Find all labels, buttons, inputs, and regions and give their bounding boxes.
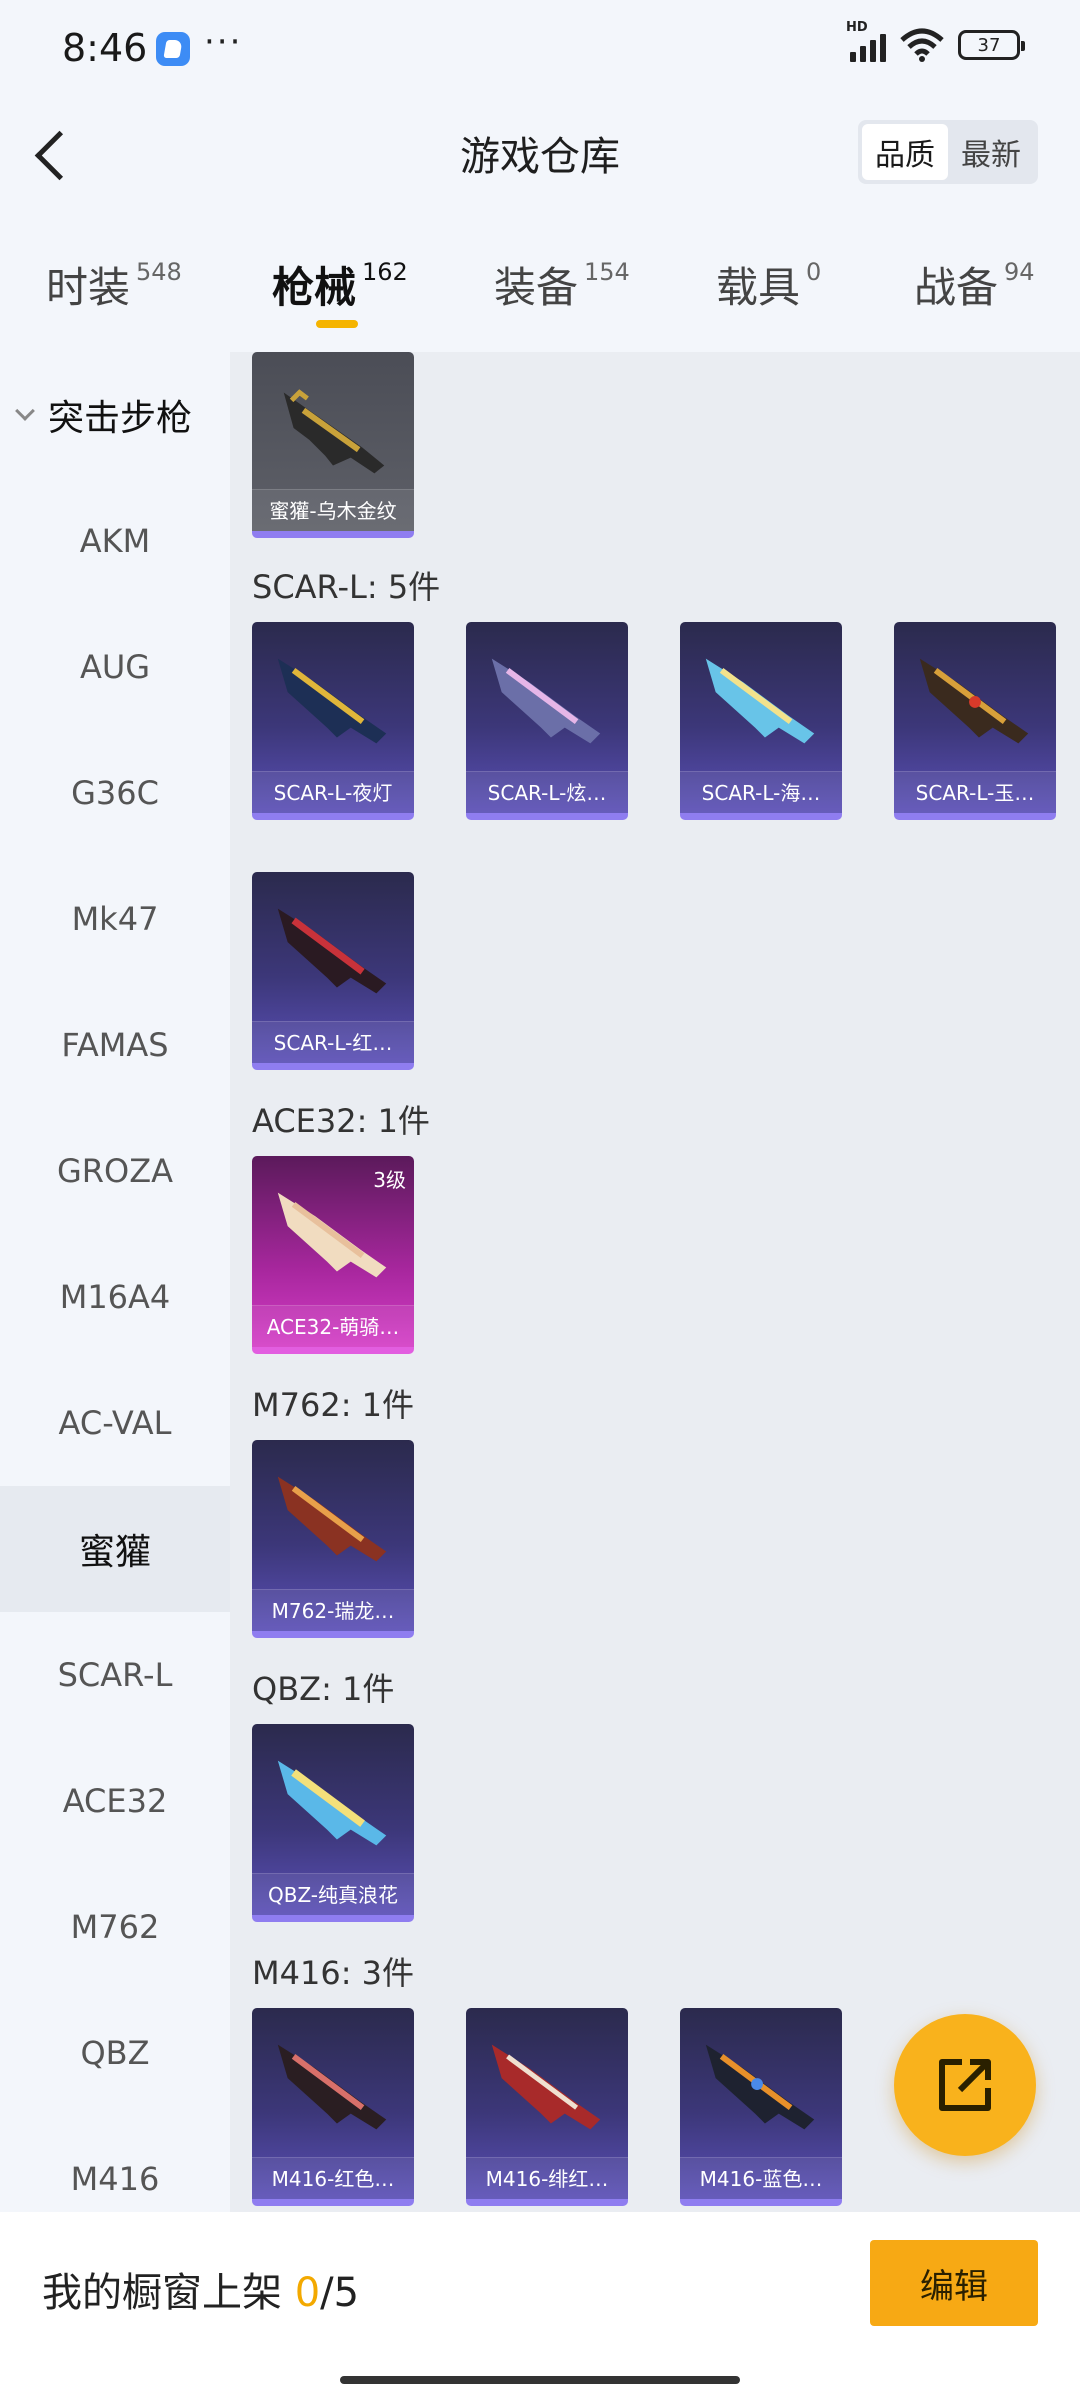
- weapon-card-name: SCAR-L-夜灯: [252, 771, 414, 813]
- weapon-card-name: M416-蓝色…: [680, 2157, 842, 2199]
- weapon-card[interactable]: SCAR-L-夜灯: [252, 622, 414, 820]
- weapon-card[interactable]: M416-红色…: [252, 2008, 414, 2206]
- weapon-grid: 蜜獾-乌木金纹 SCAR-L: 5件 SCAR-L-夜灯 SCAR-L-炫… S…: [230, 352, 1080, 2212]
- sidebar-item-scar-l[interactable]: SCAR-L: [0, 1612, 230, 1738]
- sidebar-item-groza[interactable]: GROZA: [0, 1108, 230, 1234]
- rifle-icon: [705, 658, 815, 744]
- sidebar-item-ace32[interactable]: ACE32: [0, 1738, 230, 1864]
- rifle-icon: [919, 658, 1029, 744]
- rifle-icon: [705, 2044, 815, 2130]
- category-tabs: 时装 548 枪械 162 装备 154 载具 0 战备 94: [0, 210, 1080, 352]
- sidebar-item-g36c[interactable]: G36C: [0, 730, 230, 856]
- share-button[interactable]: [894, 2014, 1036, 2156]
- weapon-card[interactable]: SCAR-L-红…: [252, 872, 414, 1070]
- cell-signal-icon: HD: [846, 20, 886, 62]
- weapon-card[interactable]: SCAR-L-炫…: [466, 622, 628, 820]
- weapon-card[interactable]: 蜜獾-乌木金纹: [252, 352, 414, 538]
- weapon-card[interactable]: SCAR-L-玉…: [894, 622, 1056, 820]
- sort-by-quality[interactable]: 品质: [862, 124, 948, 180]
- rifle-icon: [277, 1760, 387, 1846]
- status-bar: 8:46 ··· HD 37: [0, 0, 1080, 100]
- more-notifications-icon: ···: [204, 22, 243, 62]
- weapon-card-name: SCAR-L-红…: [252, 1021, 414, 1063]
- rifle-icon: [491, 2044, 601, 2130]
- weapon-card[interactable]: SCAR-L-海…: [680, 622, 842, 820]
- tab-equipment[interactable]: 装备 154: [494, 254, 630, 315]
- sidebar-item-famas[interactable]: FAMAS: [0, 982, 230, 1108]
- weapon-card-name: 蜜獾-乌木金纹: [252, 489, 414, 531]
- weapon-card-name: M416-红色…: [252, 2157, 414, 2199]
- rifle-icon: [277, 2044, 387, 2130]
- section-title: M762: 1件: [252, 1386, 415, 1424]
- page-header: 游戏仓库 品质 最新: [0, 100, 1080, 210]
- sidebar-item-aug[interactable]: AUG: [0, 604, 230, 730]
- sidebar-item-ac-val[interactable]: AC-VAL: [0, 1360, 230, 1486]
- sidebar-group-assault-rifles[interactable]: 突击步枪: [0, 352, 230, 478]
- weapon-card-name: M416-绯红…: [466, 2157, 628, 2199]
- status-time: 8:46: [62, 26, 148, 70]
- showcase-bar: 我的橱窗上架 0/5 编辑: [0, 2212, 1080, 2400]
- showcase-count: 我的橱窗上架 0/5: [42, 2270, 360, 2316]
- weapon-type-sidebar: 突击步枪 AKM AUG G36C Mk47 FAMAS GROZA M16A4…: [0, 352, 230, 2212]
- section-title: SCAR-L: 5件: [252, 568, 441, 606]
- battery-icon: 37: [958, 30, 1025, 60]
- weapon-card[interactable]: M762-瑞龙…: [252, 1440, 414, 1638]
- rifle-icon: [491, 658, 601, 744]
- weapon-card-name: QBZ-纯真浪花: [252, 1873, 414, 1915]
- sidebar-item-akm[interactable]: AKM: [0, 478, 230, 604]
- weapon-card[interactable]: 3级 ACE32-萌骑…: [252, 1156, 414, 1354]
- sort-toggle[interactable]: 品质 最新: [858, 120, 1038, 184]
- rifle-icon: [277, 908, 387, 994]
- sidebar-item-honey-badger[interactable]: 蜜獾: [0, 1486, 230, 1612]
- app-notification-icon: [156, 32, 190, 66]
- sidebar-item-mk47[interactable]: Mk47: [0, 856, 230, 982]
- tab-outfits[interactable]: 时装 548: [46, 254, 182, 315]
- rifle-icon: [277, 658, 387, 744]
- tab-vehicles[interactable]: 载具 0: [716, 254, 821, 315]
- weapon-card-name: SCAR-L-炫…: [466, 771, 628, 813]
- tab-weapons[interactable]: 枪械 162: [272, 254, 408, 315]
- weapon-card-name: ACE32-萌骑…: [252, 1305, 414, 1347]
- sidebar-item-m16a4[interactable]: M16A4: [0, 1234, 230, 1360]
- tab-supplies[interactable]: 战备 94: [914, 254, 1035, 315]
- chevron-down-icon: [15, 401, 35, 421]
- section-title: QBZ: 1件: [252, 1670, 395, 1708]
- rifle-icon: [283, 389, 385, 474]
- weapon-card[interactable]: M416-绯红…: [466, 2008, 628, 2206]
- share-icon: [939, 2059, 991, 2111]
- weapon-card-name: SCAR-L-玉…: [894, 771, 1056, 813]
- sort-by-latest[interactable]: 最新: [948, 124, 1034, 180]
- sidebar-item-m762[interactable]: M762: [0, 1864, 230, 1990]
- rifle-icon: [277, 1476, 387, 1562]
- weapon-card[interactable]: M416-蓝色…: [680, 2008, 842, 2206]
- weapon-card-name: M762-瑞龙…: [252, 1589, 414, 1631]
- rifle-icon: [277, 1192, 387, 1278]
- wifi-icon: [900, 28, 944, 62]
- edit-button[interactable]: 编辑: [870, 2240, 1038, 2326]
- home-indicator[interactable]: [340, 2376, 740, 2384]
- sidebar-item-qbz[interactable]: QBZ: [0, 1990, 230, 2116]
- active-tab-indicator: [316, 320, 358, 328]
- section-title: ACE32: 1件: [252, 1102, 430, 1140]
- section-title: M416: 3件: [252, 1954, 415, 1992]
- weapon-card-name: SCAR-L-海…: [680, 771, 842, 813]
- weapon-card[interactable]: QBZ-纯真浪花: [252, 1724, 414, 1922]
